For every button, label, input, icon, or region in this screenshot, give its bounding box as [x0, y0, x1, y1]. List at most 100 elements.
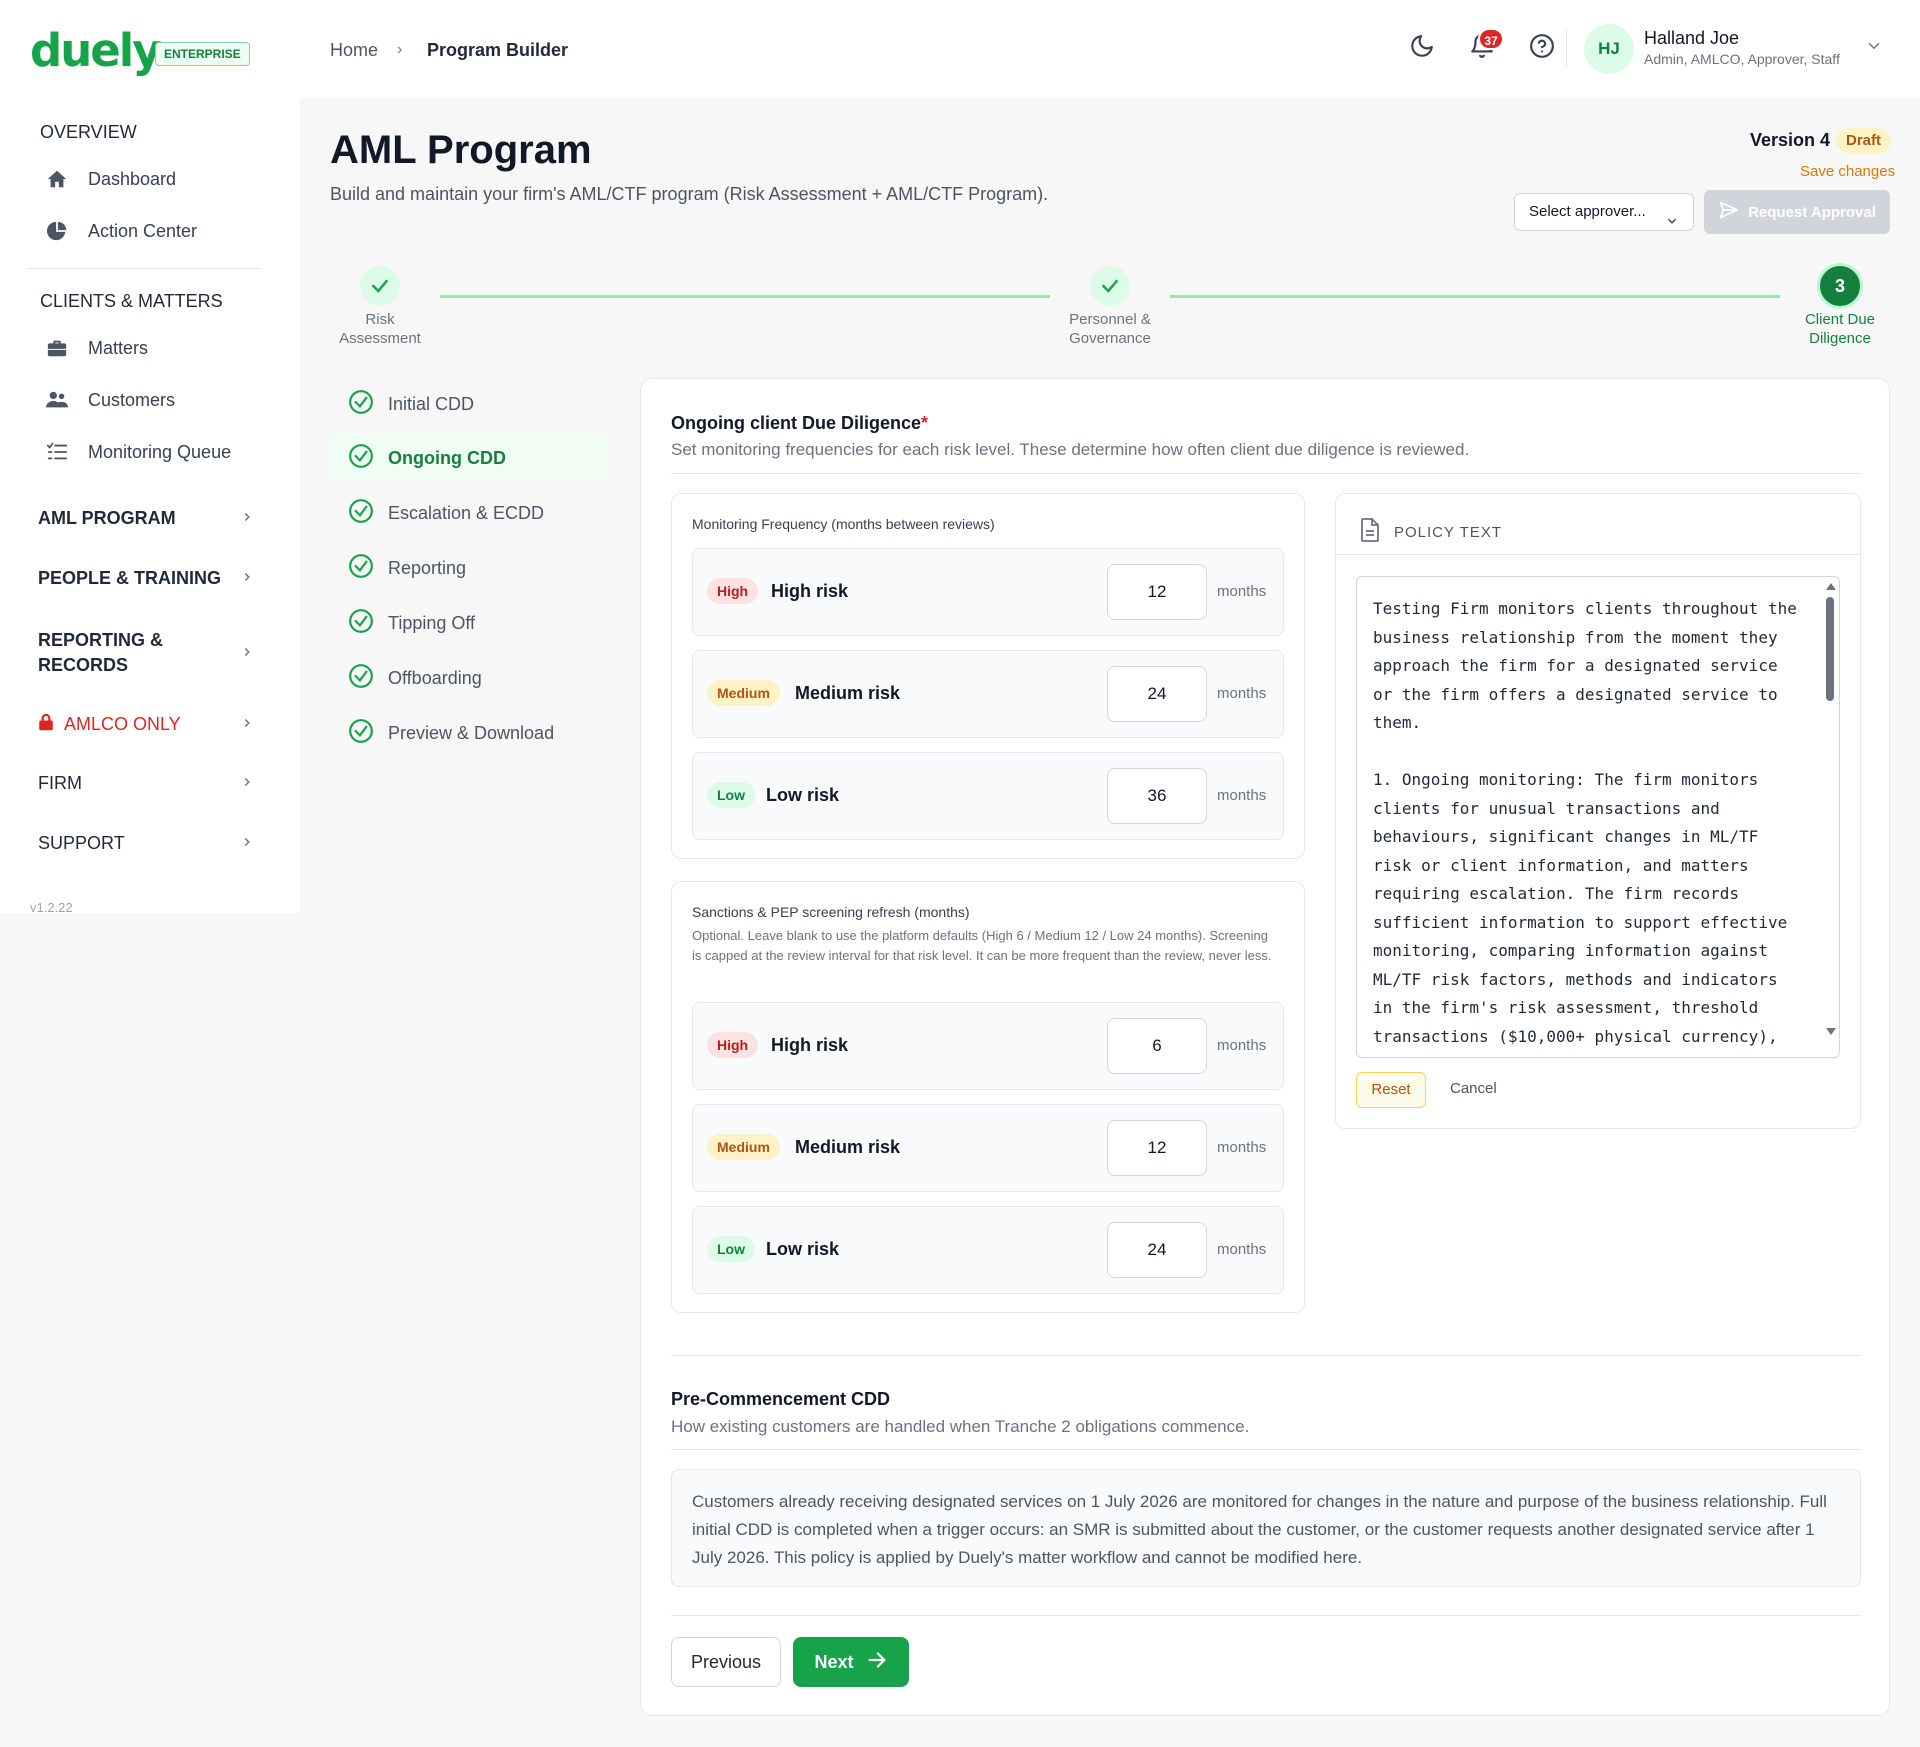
chevron-right-icon [240, 833, 254, 854]
risk-row-medium: Medium Medium risk 24 months [692, 650, 1284, 738]
subnav-preview-download[interactable]: Preview & Download [330, 709, 610, 757]
help-question-icon[interactable] [1526, 30, 1558, 62]
risk-name: Low risk [766, 1239, 840, 1259]
check-circle-icon [348, 608, 374, 639]
sidebar-group-label: AMLCO ONLY [64, 714, 181, 734]
sidebar-section-overview: OVERVIEW [40, 122, 137, 142]
risk-name: Medium risk [795, 1137, 901, 1157]
check-circle-icon [348, 443, 374, 474]
check-circle-icon [348, 389, 374, 420]
step-personnel-governance[interactable] [1090, 266, 1130, 306]
sidebar-item-label: Customers [88, 389, 176, 410]
sidebar-item-action-center[interactable]: Action Center [44, 213, 197, 249]
approver-select[interactable]: Select approver... [1514, 193, 1694, 231]
high-risk-screening-input[interactable]: 6 [1107, 1018, 1207, 1074]
subnav-reporting[interactable]: Reporting [330, 544, 610, 592]
unit-label: months [1217, 1037, 1267, 1054]
risk-pill: High [707, 578, 759, 604]
page-title: AML Program [330, 128, 592, 172]
risk-row-medium: Medium Medium risk 12 months [692, 1104, 1284, 1192]
sidebar-item-matters[interactable]: Matters [44, 330, 148, 366]
lock-icon [38, 713, 54, 736]
sidebar-item-label: Dashboard [88, 168, 177, 189]
send-icon [1718, 200, 1740, 224]
edition-badge: ENTERPRISE [155, 42, 250, 66]
previous-button[interactable]: Previous [671, 1637, 781, 1687]
stepper-connector [1170, 295, 1780, 298]
step-risk-assessment[interactable] [360, 266, 400, 306]
step-client-due-diligence[interactable]: 3 [1817, 263, 1863, 309]
medium-risk-screening-input[interactable]: 12 [1107, 1120, 1207, 1176]
notification-count-badge: 37 [1478, 28, 1504, 50]
subnav-tipping-off[interactable]: Tipping Off [330, 599, 610, 647]
document-icon [1360, 518, 1380, 546]
request-approval-button[interactable]: Request Approval [1704, 190, 1890, 234]
risk-pill: Medium [707, 680, 780, 706]
home-icon [44, 168, 70, 190]
sidebar-group-label: PEOPLE & TRAINING [38, 568, 222, 588]
panel-note: Optional. Leave blank to use the platfor… [692, 928, 1272, 963]
sidebar-item-monitoring-queue[interactable]: Monitoring Queue [44, 434, 231, 470]
sidebar-group-support[interactable]: SUPPORT [38, 833, 254, 854]
check-circle-icon [348, 718, 374, 749]
sidebar-group-aml-program[interactable]: AML PROGRAM [38, 508, 254, 529]
unit-label: months [1217, 1241, 1267, 1258]
sidebar-group-label: REPORTING & RECORDS [38, 630, 164, 675]
divider [671, 473, 1861, 474]
page-subtitle: Build and maintain your firm's AML/CTF p… [330, 184, 1049, 204]
sidebar-group-reporting-records[interactable]: REPORTING & RECORDS [38, 628, 254, 678]
risk-pill: Low [707, 782, 755, 808]
risk-pill: High [707, 1032, 759, 1058]
top-header: duely ENTERPRISE Home › Program Builder … [0, 0, 1920, 98]
sidebar-item-dashboard[interactable]: Dashboard [44, 161, 176, 197]
step-label: Personnel & Governance [1069, 311, 1151, 347]
status-badge: Draft [1836, 128, 1892, 154]
medium-risk-months-input[interactable]: 24 [1107, 666, 1207, 722]
policy-textarea[interactable]: Testing Firm monitors clients throughout… [1356, 576, 1840, 1058]
sidebar-item-customers[interactable]: Customers [44, 382, 175, 418]
pre-commencement-title: Pre-Commencement CDD [671, 1389, 891, 1409]
chevron-down-icon [1665, 206, 1679, 242]
user-name[interactable]: Halland Joe [1644, 28, 1739, 49]
app-version: v1.2.22 [30, 900, 73, 913]
high-risk-months-input[interactable]: 12 [1107, 564, 1207, 620]
sidebar-group-firm[interactable]: FIRM [38, 773, 254, 794]
subnav-offboarding[interactable]: Offboarding [330, 654, 610, 702]
chevron-down-icon[interactable] [1858, 30, 1890, 62]
sidebar-group-amlco-only[interactable]: AMLCO ONLY [38, 713, 254, 736]
low-risk-months-input[interactable]: 36 [1107, 768, 1207, 824]
chevron-right-icon [240, 714, 254, 735]
divider [1336, 554, 1860, 555]
avatar[interactable]: HJ [1584, 24, 1634, 74]
panel-title: Monitoring Frequency (months between rev… [692, 516, 995, 532]
dark-mode-moon-icon[interactable] [1406, 30, 1438, 62]
reset-button[interactable]: Reset [1356, 1072, 1426, 1108]
ongoing-cdd-card: Ongoing client Due Diligence* Set monito… [640, 378, 1890, 1716]
panel-title: Sanctions & PEP screening refresh (month… [692, 904, 970, 920]
sidebar-item-label: Monitoring Queue [88, 441, 232, 462]
save-changes-link[interactable]: Save changes [1800, 163, 1895, 180]
risk-name: Medium risk [795, 683, 901, 703]
breadcrumb-current: Program Builder [427, 40, 569, 60]
next-button[interactable]: Next [793, 1637, 909, 1687]
low-risk-screening-input[interactable]: 24 [1107, 1222, 1207, 1278]
risk-name: High risk [771, 1035, 849, 1055]
subnav-initial-cdd[interactable]: Initial CDD [330, 380, 610, 428]
textarea-scrollbar[interactable] [1821, 577, 1839, 1057]
subnav-ongoing-cdd[interactable]: Ongoing CDD [330, 434, 610, 482]
version-label: Version 4 [1750, 130, 1831, 150]
header-divider [1566, 30, 1567, 68]
breadcrumb-separator: › [397, 41, 403, 58]
screening-refresh-panel: Sanctions & PEP screening refresh (month… [671, 881, 1305, 1313]
unit-label: months [1217, 1139, 1267, 1156]
duely-logo[interactable]: duely [30, 26, 162, 76]
sidebar-group-people-training[interactable]: PEOPLE & TRAINING [38, 568, 254, 589]
unit-label: months [1217, 583, 1267, 600]
step-label: Client Due Diligence [1804, 311, 1876, 347]
chevron-right-icon [240, 643, 254, 664]
subnav-escalation-ecdd[interactable]: Escalation & ECDD [330, 489, 610, 537]
breadcrumb-home[interactable]: Home [330, 38, 378, 62]
unit-label: months [1217, 787, 1267, 804]
cancel-button[interactable]: Cancel [1450, 1080, 1497, 1097]
risk-name: Low risk [766, 785, 840, 805]
